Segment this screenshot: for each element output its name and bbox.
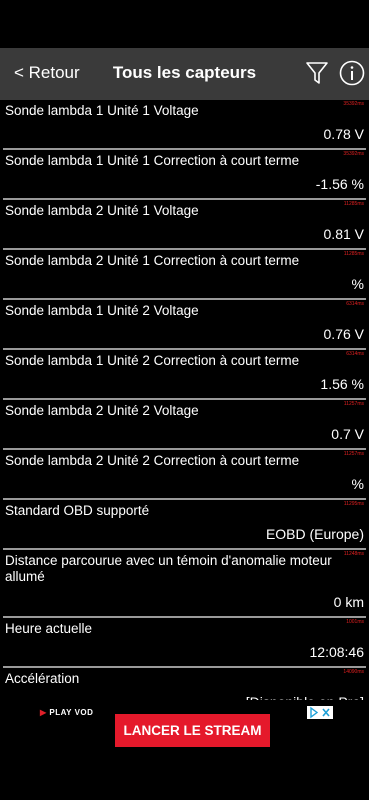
- sensor-timestamp: 6314ms: [346, 351, 364, 357]
- sensor-timestamp: 11285ms: [343, 251, 364, 257]
- sensor-row[interactable]: Sonde lambda 2 Unité 1 Correction à cour…: [3, 250, 366, 300]
- sensor-value: 12:08:46: [309, 644, 365, 660]
- sensor-name: Sonde lambda 1 Unité 2 Correction à cour…: [5, 353, 300, 368]
- sensor-timestamp: 35392ms: [343, 101, 364, 107]
- sensor-row[interactable]: Standard OBD supporté 11295ms EOBD (Europe…: [3, 500, 366, 550]
- sensor-value: EOBD (Europe): [265, 526, 364, 542]
- status-bar: [0, 0, 369, 48]
- sensor-name: Sonde lambda 1 Unité 1 Voltage: [5, 103, 199, 118]
- ad-cta-button[interactable]: LANCER LE STREAM: [115, 714, 270, 747]
- info-icon[interactable]: [339, 60, 365, 86]
- sensor-value: %: [351, 476, 364, 492]
- back-button[interactable]: < Retour: [14, 63, 80, 83]
- sensor-name: Distance parcourue avec un témoin d'anom…: [5, 553, 332, 584]
- sensor-row[interactable]: Sonde lambda 1 Unité 1 Correction à cour…: [3, 150, 366, 200]
- sensor-name: Sonde lambda 1 Unité 2 Voltage: [5, 303, 199, 318]
- sensor-row[interactable]: Sonde lambda 1 Unité 2 Correction à cour…: [3, 350, 366, 400]
- top-app-bar: < Retour Tous les capteurs: [0, 48, 369, 100]
- sensor-timestamp: 11248ms: [343, 551, 364, 557]
- sensor-name: Accélération: [5, 671, 80, 686]
- sensor-value: %: [351, 276, 364, 292]
- ad-banner[interactable]: ▶ PLAY VOD LANCER LE STREAM: [0, 700, 369, 756]
- sensor-row[interactable]: Distance parcourue avec un témoin d'anom…: [3, 550, 366, 618]
- sensor-name: Heure actuelle: [5, 621, 93, 636]
- sensor-name: Sonde lambda 1 Unité 1 Correction à cour…: [5, 153, 300, 168]
- sensor-timestamp: 11257ms: [343, 451, 364, 457]
- sensor-timestamp: 35392ms: [343, 151, 364, 157]
- sensor-value: 0 km: [333, 594, 364, 610]
- sensor-timestamp: 1001ms: [346, 619, 364, 625]
- sensor-timestamp: 11257ms: [343, 401, 364, 407]
- sensor-value: 1.56 %: [320, 376, 364, 392]
- sensor-timestamp: 6314ms: [346, 301, 364, 307]
- sensor-value: 0.78 V: [323, 126, 364, 142]
- sensor-value: 0.76 V: [323, 326, 364, 342]
- sensor-name: Sonde lambda 2 Unité 1 Correction à cour…: [5, 253, 300, 268]
- sensor-value: 0.7 V: [331, 426, 364, 442]
- sensor-timestamp: 11285ms: [343, 201, 364, 207]
- sensor-name: Standard OBD supporté: [5, 503, 150, 518]
- sensor-row[interactable]: Sonde lambda 1 Unité 2 Voltage 6314ms 0.76…: [3, 300, 366, 350]
- sensor-row[interactable]: Sonde lambda 2 Unité 1 Voltage 11285ms 0.8…: [3, 200, 366, 250]
- filter-icon[interactable]: [305, 60, 329, 86]
- sensor-name: Sonde lambda 2 Unité 2 Correction à cour…: [5, 453, 300, 468]
- sensor-value: 0.81 V: [323, 226, 364, 242]
- sensor-timestamp: 14090ms: [343, 669, 364, 675]
- sensor-value: -1.56 %: [315, 176, 364, 192]
- adchoices-icon[interactable]: [307, 706, 333, 719]
- sensor-row[interactable]: Sonde lambda 2 Unité 2 Voltage 11257ms 0.7…: [3, 400, 366, 450]
- sensor-timestamp: 11295ms: [343, 501, 364, 507]
- sensor-name: Sonde lambda 2 Unité 1 Voltage: [5, 203, 199, 218]
- sensor-row[interactable]: Sonde lambda 2 Unité 2 Correction à cour…: [3, 450, 366, 500]
- sensor-row[interactable]: Sonde lambda 1 Unité 1 Voltage 35392ms 0.7…: [3, 100, 366, 150]
- sensor-list[interactable]: Sonde lambda 1 Unité 1 Voltage 35392ms 0.7…: [0, 100, 369, 718]
- sensor-row[interactable]: Heure actuelle 1001ms 12:08:46: [3, 618, 366, 668]
- sensor-name: Sonde lambda 2 Unité 2 Voltage: [5, 403, 199, 418]
- ad-brand-logo: ▶ PLAY VOD: [40, 708, 94, 717]
